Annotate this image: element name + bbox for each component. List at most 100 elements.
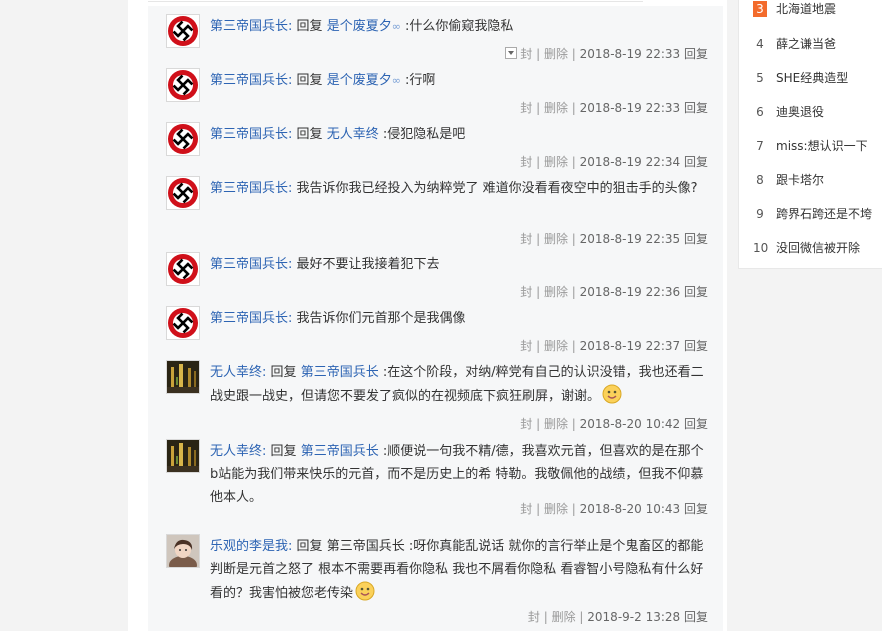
hot-search-item[interactable]: 7 miss:想认识一下	[739, 129, 882, 163]
user-avatar[interactable]	[166, 306, 200, 340]
delete-link[interactable]: 删除	[552, 610, 576, 624]
user-avatar[interactable]	[166, 534, 200, 568]
delete-link[interactable]: 删除	[544, 155, 568, 169]
hot-search-item[interactable]: 3 北海道地震	[739, 0, 882, 26]
rank-number: 3	[753, 1, 767, 17]
reply-list: 第三帝国兵长: 回复 是个废夏夕∞ :什么你偷窥我隐私封 | 删除 | 2018…	[148, 6, 723, 631]
reply-content: 第三帝国兵长: 回复 无人幸终 :侵犯隐私是吧	[210, 123, 710, 146]
reply-button[interactable]: 回复	[684, 339, 708, 353]
reply-text: :行啊	[405, 73, 436, 88]
reply-button[interactable]: 回复	[684, 417, 708, 431]
reply-target-user-link[interactable]: 第三帝国兵长	[327, 539, 405, 554]
reply-button[interactable]: 回复	[684, 610, 708, 624]
block-user-link[interactable]: 封	[528, 610, 540, 624]
reply-username-link[interactable]: 第三帝国兵长:	[210, 73, 292, 88]
hot-search-item[interactable]: 9 跨界石跨还是不垮	[739, 197, 882, 231]
reply-prefix: 回复	[296, 19, 323, 34]
delete-link[interactable]: 删除	[544, 502, 568, 516]
divider	[148, 0, 643, 2]
separator: |	[536, 101, 541, 115]
reply-timestamp: 2018-8-19 22:33	[579, 101, 681, 115]
user-avatar[interactable]	[166, 176, 200, 210]
reply-content: 第三帝国兵长: 我告诉你们元首那个是我偶像	[210, 307, 710, 330]
reply-timestamp: 2018-8-19 22:33	[579, 47, 681, 61]
hot-search-item[interactable]: 4 薛之谦当爸	[739, 27, 882, 61]
reply-prefix: 回复	[296, 539, 323, 554]
reply-username-link[interactable]: 乐观的李是我:	[210, 539, 292, 554]
reply-username-link[interactable]: 无人幸终:	[210, 365, 266, 380]
hot-search-title[interactable]: 北海道地震	[776, 1, 836, 17]
separator: |	[536, 339, 541, 353]
user-avatar[interactable]	[166, 68, 200, 102]
reply-item: 第三帝国兵长: 回复 无人幸终 :侵犯隐私是吧封 | 删除 | 2018-8-1…	[148, 114, 723, 169]
reply-target-user-link[interactable]: 第三帝国兵长	[301, 365, 379, 380]
hot-search-item[interactable]: 6 迪奥退役	[739, 95, 882, 129]
reply-button[interactable]: 回复	[684, 101, 708, 115]
separator: |	[536, 285, 541, 299]
rank-number: 6	[756, 105, 764, 119]
reply-username-link[interactable]: 第三帝国兵长:	[210, 311, 292, 326]
reply-item: 第三帝国兵长: 我告诉你我已经投入为纳粹党了 难道你没看看夜空中的狙击手的头像?…	[148, 168, 723, 246]
user-avatar[interactable]	[166, 122, 200, 156]
hot-search-title[interactable]: 没回微信被开除	[776, 240, 860, 256]
reply-prefix: 回复	[296, 73, 323, 88]
user-avatar[interactable]	[166, 14, 200, 48]
reply-timestamp: 2018-8-19 22:34	[579, 155, 681, 169]
separator: |	[571, 101, 576, 115]
reply-timestamp: 2018-8-19 22:37	[579, 339, 681, 353]
reply-target-user-link[interactable]: 是个废夏夕	[327, 73, 392, 88]
reply-button[interactable]: 回复	[684, 47, 708, 61]
delete-link[interactable]: 删除	[544, 47, 568, 61]
block-user-link[interactable]: 封	[520, 101, 532, 115]
hot-search-item[interactable]: 8 跟卡塔尔	[739, 163, 882, 197]
block-user-link[interactable]: 封	[520, 285, 532, 299]
block-user-link[interactable]: 封	[520, 502, 532, 516]
reply-button[interactable]: 回复	[684, 285, 708, 299]
reply-button[interactable]: 回复	[684, 155, 708, 169]
delete-link[interactable]: 删除	[544, 339, 568, 353]
reply-username-link[interactable]: 无人幸终:	[210, 444, 266, 459]
delete-link[interactable]: 删除	[544, 101, 568, 115]
smiley-emoji-icon	[353, 581, 375, 601]
hot-search-title[interactable]: SHE经典造型	[776, 70, 848, 86]
separator: |	[571, 47, 576, 61]
reply-username-link[interactable]: 第三帝国兵长:	[210, 257, 292, 272]
block-user-link[interactable]: 封	[520, 417, 532, 431]
separator: |	[571, 417, 576, 431]
rank-number: 7	[756, 139, 764, 153]
reply-button[interactable]: 回复	[684, 502, 708, 516]
reply-meta: 封 | 删除 | 2018-8-20 10:42 回复	[520, 415, 708, 432]
hot-search-title[interactable]: miss:想认识一下	[776, 138, 868, 154]
reply-timestamp: 2018-9-2 13:28	[587, 610, 681, 624]
user-avatar[interactable]	[166, 360, 200, 394]
reply-target-user-link[interactable]: 是个废夏夕	[327, 19, 392, 34]
block-user-link[interactable]: 封	[520, 47, 532, 61]
reply-username-link[interactable]: 第三帝国兵长:	[210, 181, 292, 196]
rank-number: 4	[756, 37, 764, 51]
dropdown-arrow-icon[interactable]	[505, 47, 518, 59]
hot-search-title[interactable]: 迪奥退役	[776, 104, 824, 120]
block-user-link[interactable]: 封	[520, 339, 532, 353]
user-avatar[interactable]	[166, 252, 200, 286]
hot-search-title[interactable]: 跨界石跨还是不垮	[776, 206, 872, 222]
hot-search-item[interactable]: 5 SHE经典造型	[739, 61, 882, 95]
hot-search-item[interactable]: 10 没回微信被开除	[739, 231, 882, 265]
block-user-link[interactable]: 封	[520, 155, 532, 169]
separator: |	[543, 610, 548, 624]
reply-content: 第三帝国兵长: 最好不要让我接着犯下去	[210, 253, 710, 276]
separator: |	[579, 610, 584, 624]
delete-link[interactable]: 删除	[544, 417, 568, 431]
reply-username-link[interactable]: 第三帝国兵长:	[210, 127, 292, 142]
delete-link[interactable]: 删除	[544, 285, 568, 299]
link-icon: ∞	[391, 74, 401, 87]
reply-item: 第三帝国兵长: 回复 是个废夏夕∞ :什么你偷窥我隐私封 | 删除 | 2018…	[148, 6, 723, 61]
reply-item: 第三帝国兵长: 我告诉你们元首那个是我偶像封 | 删除 | 2018-8-19 …	[148, 298, 723, 353]
hot-search-title[interactable]: 跟卡塔尔	[776, 172, 824, 188]
reply-meta: 封 | 删除 | 2018-8-20 10:43 回复	[520, 500, 708, 517]
reply-item: 第三帝国兵长: 回复 是个废夏夕∞ :行啊封 | 删除 | 2018-8-19 …	[148, 60, 723, 115]
user-avatar[interactable]	[166, 439, 200, 473]
reply-username-link[interactable]: 第三帝国兵长:	[210, 19, 292, 34]
hot-search-title[interactable]: 薛之谦当爸	[776, 36, 836, 52]
reply-target-user-link[interactable]: 无人幸终	[327, 127, 379, 142]
reply-target-user-link[interactable]: 第三帝国兵长	[301, 444, 379, 459]
